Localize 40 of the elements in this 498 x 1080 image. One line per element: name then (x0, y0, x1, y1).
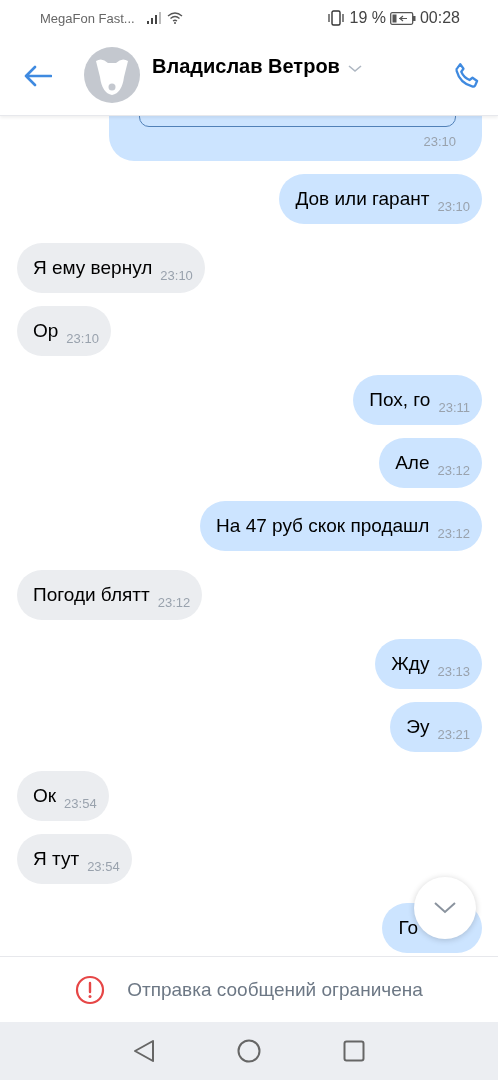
message-time: 23:21 (437, 726, 470, 742)
alert-icon (75, 974, 106, 1005)
message-text: Жду (391, 653, 430, 675)
wifi-icon (166, 12, 183, 24)
message-text: Ок (33, 785, 57, 807)
home-nav-icon[interactable] (237, 1039, 261, 1063)
message-time: 23:10 (160, 267, 193, 283)
message-text: Пох, го (369, 389, 431, 411)
message-time: 23:12 (437, 525, 470, 541)
message-time: 23:10 (423, 134, 456, 149)
message-text: Погоди блятт (33, 584, 150, 606)
message-time: 23:11 (438, 399, 470, 415)
battery-percent: 19 % (349, 9, 386, 27)
message-time: 23:13 (437, 663, 470, 679)
message-text: Го (398, 917, 418, 939)
contact-name[interactable]: Владислав Ветров (152, 55, 340, 78)
message-text: Ор (33, 320, 59, 342)
back-icon[interactable] (24, 64, 52, 87)
carrier-name: MegaFon Fast... (40, 10, 135, 26)
message-text: Я тут (33, 848, 80, 870)
message-time: 23:10 (437, 198, 470, 214)
clock-time: 00:28 (419, 9, 460, 27)
back-nav-icon[interactable] (133, 1039, 155, 1063)
message-time: 23:54 (64, 795, 97, 811)
signal-icon (146, 12, 163, 24)
message-text: Але (395, 452, 430, 474)
notice-text: Отправка сообщений ограничена (127, 978, 423, 1001)
message-text: На 47 руб скок продашл (216, 515, 430, 537)
message-time: 23:10 (66, 330, 99, 346)
message-text: Эу (406, 716, 430, 738)
battery-icon (389, 11, 416, 25)
message-text: Я ему вернул (33, 257, 153, 279)
vibrate-icon (327, 10, 346, 26)
recents-nav-icon[interactable] (343, 1040, 365, 1062)
chevron-down-icon[interactable] (347, 65, 362, 73)
message-text: Дов или гарант (295, 188, 430, 210)
message-time: 23:12 (437, 462, 470, 478)
chevron-down-icon (434, 902, 456, 914)
message-time: 23:54 (87, 858, 120, 874)
message-time: 23:12 (157, 594, 191, 610)
